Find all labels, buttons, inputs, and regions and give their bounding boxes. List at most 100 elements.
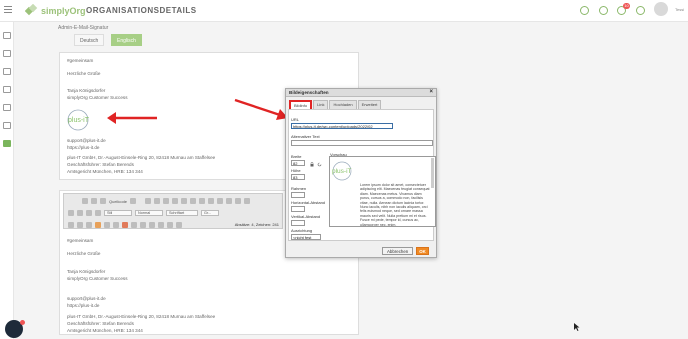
toolbar-row-2: Stil Normal Schriftart Gr...: [68, 210, 219, 216]
numbered-list-button[interactable]: [208, 198, 215, 204]
sig-manager: Geschäftsführer: Stefan Berends: [67, 162, 134, 167]
unlink-button[interactable]: [77, 222, 83, 228]
plus-it-logo[interactable]: plus-iT: [66, 108, 98, 132]
italic-format-button[interactable]: [235, 198, 242, 204]
width-input[interactable]: 82: [291, 160, 305, 166]
strike-button[interactable]: [172, 198, 179, 204]
sig-company: plus-IT GmbH, Dr.-August-Einsele-Ring 20…: [67, 314, 216, 319]
app-logo[interactable]: simplyOrg: [25, 3, 86, 19]
width-label: Breite: [291, 154, 302, 159]
format-select[interactable]: Normal: [135, 210, 163, 216]
link-insert-button[interactable]: [68, 222, 74, 228]
field-label: Admin-E-Mail-Signatur: [58, 25, 109, 31]
align-center-button[interactable]: [77, 210, 83, 216]
tab-englisch[interactable]: Englisch: [111, 34, 142, 46]
chat-badge: [20, 320, 25, 325]
text-color-button[interactable]: [95, 222, 101, 228]
link-button[interactable]: [244, 198, 251, 204]
source-button[interactable]: Quellcode: [109, 199, 127, 204]
subscript-button[interactable]: [181, 198, 188, 204]
hr-button[interactable]: [140, 222, 146, 228]
preview-logo: plus-iT: [332, 161, 352, 181]
border-label: Rahmen: [291, 186, 307, 191]
align-justify-button[interactable]: [95, 210, 101, 216]
sidebar-item-events[interactable]: [3, 68, 11, 75]
sig-role: simplyOrg Customer Success: [67, 276, 128, 281]
height-input[interactable]: 83: [291, 174, 305, 180]
align-left-button[interactable]: [68, 210, 74, 216]
preview-scrollbar[interactable]: [431, 158, 434, 188]
sidebar-item-marketing[interactable]: [3, 104, 11, 111]
top-bar: simplyOrg ORGANISATIONSDETAILS 10 Tessi: [0, 0, 688, 22]
special-char-button[interactable]: [158, 222, 164, 228]
template-button[interactable]: [130, 198, 137, 204]
iframe-button[interactable]: [167, 222, 173, 228]
sidebar-item-calendar[interactable]: [3, 86, 11, 93]
sig-greeting: Herzliche Grüße: [67, 71, 101, 76]
refresh-icon[interactable]: [317, 162, 322, 167]
notification-badge: 10: [623, 3, 630, 9]
sidebar-item-settings[interactable]: [3, 140, 11, 147]
align-select[interactable]: <nicht fest: [291, 234, 321, 240]
sig-email[interactable]: support@plus-it.de: [67, 296, 106, 303]
sidebar-item-reports[interactable]: [3, 122, 11, 129]
ok-button[interactable]: OK: [416, 247, 429, 255]
tab-deutsch[interactable]: Deutsch: [74, 34, 105, 46]
cut-button[interactable]: [82, 198, 88, 204]
hspace-input[interactable]: [291, 206, 305, 212]
bg-color-button[interactable]: [104, 222, 110, 228]
page-title: ORGANISATIONSDETAILS: [86, 6, 197, 15]
hspace-label: Horizontal-Abstand: [291, 200, 326, 205]
sidebar-item-contacts[interactable]: [3, 50, 11, 57]
superscript-button[interactable]: [190, 198, 197, 204]
menu-icon[interactable]: [4, 6, 12, 14]
italic-button[interactable]: [154, 198, 161, 204]
sig-company: plus-IT GmbH, Dr.-August-Einsele-Ring 20…: [67, 155, 216, 160]
smiley-button[interactable]: [149, 222, 155, 228]
sig-web[interactable]: https://plus-it.de: [67, 303, 99, 310]
cancel-button[interactable]: Abbrechen: [382, 247, 414, 255]
style-select[interactable]: Stil: [104, 210, 132, 216]
dialog-header[interactable]: Bildeigenschaften ×: [286, 89, 436, 97]
underline-button[interactable]: [163, 198, 170, 204]
close-icon[interactable]: ×: [429, 89, 433, 95]
vspace-input[interactable]: [291, 220, 305, 226]
border-input[interactable]: [291, 192, 305, 198]
url-input[interactable]: https://plus-it.de/wp-content/uploads/20…: [291, 123, 393, 129]
paste-button[interactable]: [100, 198, 106, 204]
question-icon[interactable]: [636, 6, 645, 15]
plus-it-logo-text: plus-iT: [68, 117, 90, 124]
lock-icon[interactable]: [310, 162, 314, 167]
flash-button[interactable]: [122, 222, 128, 228]
align-right-button[interactable]: [86, 210, 92, 216]
anchor-button[interactable]: [86, 222, 92, 228]
sig-email[interactable]: support@plus-it.de: [67, 138, 106, 145]
copy-button[interactable]: [91, 198, 97, 204]
editor-toolbar: Quellcode Stil Normal Schriftart Gr... A…: [63, 193, 283, 229]
sig-manager: Geschäftsführer: Stefan Berends: [67, 321, 134, 326]
help-icon[interactable]: [599, 6, 608, 15]
toolbar-row-1: Quellcode: [68, 198, 251, 204]
font-select[interactable]: Schriftart: [166, 210, 198, 216]
sidebar-item-dashboard[interactable]: [3, 32, 11, 39]
bold-button[interactable]: [145, 198, 152, 204]
image-preview: plus-iT Lorem ipsum dolor sit amet, cons…: [329, 156, 436, 227]
image-button[interactable]: [113, 222, 119, 228]
height-label: Höhe: [291, 168, 301, 173]
avatar[interactable]: [654, 2, 668, 16]
logo-icon: [25, 4, 38, 16]
indent-button[interactable]: [226, 198, 233, 204]
user-name[interactable]: Tessi: [675, 7, 684, 12]
alt-text-input[interactable]: [291, 140, 433, 146]
sig-register: Amtsgericht München, HRB: 134 344: [67, 328, 143, 333]
size-select[interactable]: Gr...: [201, 210, 219, 216]
maximize-button[interactable]: [176, 222, 182, 228]
table-button[interactable]: [131, 222, 137, 228]
remove-format-button[interactable]: [199, 198, 206, 204]
sidebar: [0, 22, 14, 339]
bullet-list-button[interactable]: [217, 198, 224, 204]
sig-web[interactable]: https://plus-it.de: [67, 145, 99, 152]
user-info-icon[interactable]: [580, 6, 589, 15]
cursor-icon: [574, 323, 580, 331]
toolbar-row-3: [68, 222, 182, 228]
